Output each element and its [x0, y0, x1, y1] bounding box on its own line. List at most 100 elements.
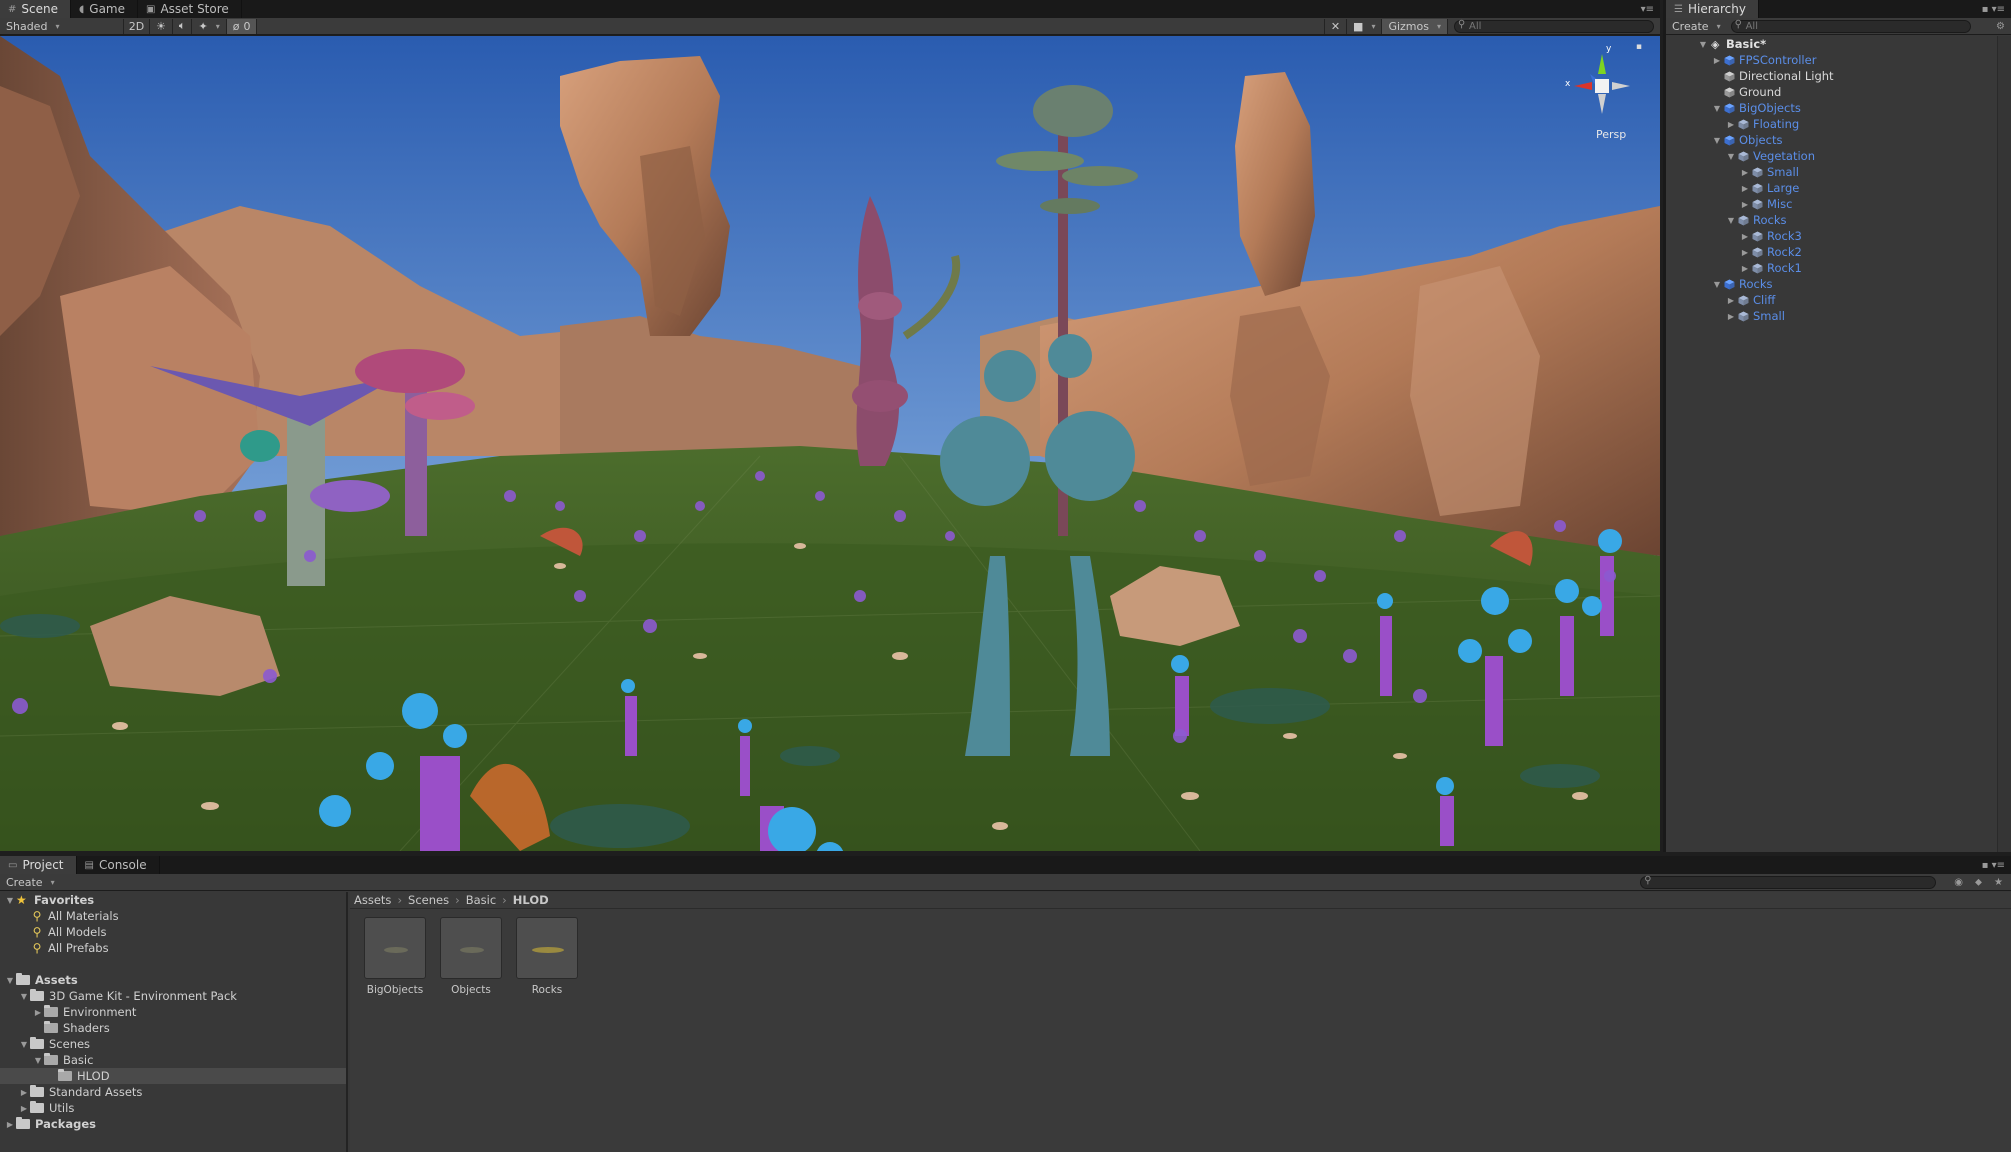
asset-tile[interactable]: Objects	[440, 917, 502, 996]
chevron-right-icon[interactable]: ▶	[1712, 56, 1722, 65]
folder-icon	[44, 1053, 58, 1065]
project-menu-icon[interactable]: ▪ ▾≡	[1982, 860, 2011, 874]
hierarchy-item[interactable]: ▼Rocks›	[1666, 276, 2011, 292]
hierarchy-item[interactable]: ▼ Rocks	[1666, 212, 2011, 228]
project-tree-item[interactable]: ⚲ All Models	[0, 924, 346, 940]
chevron-right-icon[interactable]: ▶	[1740, 248, 1750, 257]
orientation-gizmo[interactable]: x y Persp ▪	[1562, 42, 1642, 144]
breadcrumb-item[interactable]: Scenes	[408, 893, 449, 907]
project-tree-item[interactable]: ▼ Assets	[0, 972, 346, 988]
project-tree-item[interactable]: ▶ Utils	[0, 1100, 346, 1116]
hierarchy-item[interactable]: ▶ Large	[1666, 180, 2011, 196]
chevron-right-icon[interactable]: ▶	[1740, 232, 1750, 241]
chevron-down-icon[interactable]: ▼	[1712, 280, 1722, 289]
scene-root-row[interactable]: ▼ ◈ Basic*	[1666, 36, 2011, 52]
chevron-right-icon[interactable]: ▶	[1740, 200, 1750, 209]
scene-viewport[interactable]: x y Persp ▪	[0, 36, 1660, 851]
scene-search-input[interactable]: All	[1454, 19, 1654, 33]
hierarchy-item[interactable]: ▶ Small	[1666, 308, 2011, 324]
hierarchy-item[interactable]: ▼Objects›	[1666, 132, 2011, 148]
hierarchy-item[interactable]: ▶ Floating	[1666, 116, 2011, 132]
tab-scene[interactable]: # Scene	[0, 0, 71, 18]
tab-project[interactable]: ▭ Project	[0, 856, 77, 874]
tools-icon[interactable]: ✕	[1323, 18, 1348, 34]
hierarchy-menu-icon[interactable]: ▪ ▾≡	[1982, 4, 2011, 18]
hierarchy-item[interactable]: ▶ Rock1	[1666, 260, 2011, 276]
project-tree-item[interactable]: ⚲ All Materials	[0, 908, 346, 924]
chevron-right-icon[interactable]: ▶	[1740, 168, 1750, 177]
chevron-down-icon[interactable]: ▼	[18, 1040, 30, 1049]
chevron-down-icon[interactable]: ▼	[1726, 152, 1736, 161]
project-tree-item[interactable]: ▶ Environment	[0, 1004, 346, 1020]
hierarchy-item[interactable]: Directional Light	[1666, 68, 2011, 84]
project-tree-item[interactable]: ▶ Standard Assets	[0, 1084, 346, 1100]
chevron-right-icon[interactable]: ▶	[1726, 312, 1736, 321]
chevron-right-icon[interactable]: ▶	[1726, 296, 1736, 305]
prefab-thumbnail-icon	[364, 917, 426, 979]
chevron-down-icon[interactable]: ▼	[1726, 216, 1736, 225]
chevron-down-icon[interactable]: ▼	[32, 1056, 44, 1065]
project-search-input[interactable]	[1640, 875, 1937, 889]
hierarchy-item[interactable]: ▶ Small	[1666, 164, 2011, 180]
hierarchy-item[interactable]: ▼ Vegetation	[1666, 148, 2011, 164]
tab-asset-store[interactable]: ▣ Asset Store	[138, 0, 242, 18]
chevron-right-icon[interactable]: ▶	[1740, 264, 1750, 273]
chevron-down-icon[interactable]: ▼	[1698, 40, 1708, 49]
tab-hierarchy[interactable]: ☰ Hierarchy	[1666, 0, 1759, 18]
asset-tile[interactable]: Rocks	[516, 917, 578, 996]
chevron-right-icon[interactable]: ▶	[18, 1104, 30, 1113]
hierarchy-create-dropdown[interactable]: Create	[1666, 19, 1727, 34]
project-tree-item[interactable]: Shaders	[0, 1020, 346, 1036]
hierarchy-settings-icon[interactable]: ⚙	[1996, 21, 2011, 32]
hierarchy-item-label: Small	[1753, 309, 1785, 323]
toggle-2d-button[interactable]: 2D	[124, 18, 150, 34]
hierarchy-scrollbar[interactable]	[1997, 36, 2011, 852]
draw-mode-dropdown[interactable]: Shaded	[0, 18, 124, 34]
lighting-toggle-icon[interactable]: ☀	[150, 18, 173, 34]
chevron-right-icon[interactable]: ▶	[32, 1008, 44, 1017]
chevron-right-icon[interactable]: ▶	[1740, 184, 1750, 193]
favorite-star-icon[interactable]: ★	[1988, 877, 2011, 888]
project-create-dropdown[interactable]: Create	[0, 875, 61, 890]
chevron-down-icon[interactable]: ▼	[4, 976, 16, 985]
audio-toggle-icon[interactable]: 🔈︎	[173, 18, 193, 34]
hidden-objects-toggle[interactable]: ø 0	[226, 18, 258, 34]
chevron-down-icon[interactable]: ▼	[18, 992, 30, 1001]
gameobject-cube-icon	[1752, 167, 1763, 178]
tab-console[interactable]: ▤ Console	[77, 856, 160, 874]
project-tree-item[interactable]: ▼ Basic	[0, 1052, 346, 1068]
asset-tile[interactable]: BigObjects	[364, 917, 426, 996]
camera-settings-icon[interactable]: ■	[1347, 18, 1383, 34]
project-tree-item[interactable]: HLOD	[0, 1068, 346, 1084]
hierarchy-item[interactable]: ▶ Rock2	[1666, 244, 2011, 260]
chevron-down-icon[interactable]: ▼	[4, 896, 16, 905]
project-tree-item[interactable]: ▼ ★ Favorites	[0, 892, 346, 908]
filter-by-type-icon[interactable]: ◉	[1948, 877, 1969, 888]
hierarchy-item[interactable]: ▶ Rock3	[1666, 228, 2011, 244]
hierarchy-item[interactable]: ▶FPSController›	[1666, 52, 2011, 68]
gizmos-dropdown[interactable]: Gizmos	[1382, 18, 1448, 34]
hierarchy-search-input[interactable]: All	[1730, 19, 1971, 33]
chevron-down-icon[interactable]: ▼	[1712, 136, 1722, 145]
hierarchy-item[interactable]: ▼BigObjects›	[1666, 100, 2011, 116]
panel-menu-icon[interactable]: ▾≡	[1641, 4, 1660, 18]
breadcrumb-item[interactable]: Basic	[466, 893, 496, 907]
chevron-right-icon[interactable]: ▶	[4, 1120, 16, 1129]
chevron-right-icon[interactable]: ▶	[18, 1088, 30, 1097]
effects-dropdown-icon[interactable]: ✦	[192, 18, 227, 34]
gizmo-projection-label[interactable]: Persp	[1596, 128, 1626, 141]
gizmo-lock-icon[interactable]: ▪	[1636, 42, 1642, 52]
hierarchy-item[interactable]: ▶ Misc	[1666, 196, 2011, 212]
filter-by-label-icon[interactable]: ⬥	[1969, 877, 1988, 888]
project-tree-item[interactable]: ⚲ All Prefabs	[0, 940, 346, 956]
project-tree-item[interactable]: ▼ Scenes	[0, 1036, 346, 1052]
breadcrumb-item[interactable]: HLOD	[513, 893, 549, 907]
project-tree-item[interactable]: ▼ 3D Game Kit - Environment Pack	[0, 988, 346, 1004]
hierarchy-item[interactable]: ▶ Cliff	[1666, 292, 2011, 308]
breadcrumb-item[interactable]: Assets	[354, 893, 391, 907]
hierarchy-item[interactable]: Ground	[1666, 84, 2011, 100]
tab-game[interactable]: ◖ Game	[71, 0, 138, 18]
chevron-right-icon[interactable]: ▶	[1726, 120, 1736, 129]
chevron-down-icon[interactable]: ▼	[1712, 104, 1722, 113]
project-tree-item[interactable]: ▶ Packages	[0, 1116, 346, 1132]
